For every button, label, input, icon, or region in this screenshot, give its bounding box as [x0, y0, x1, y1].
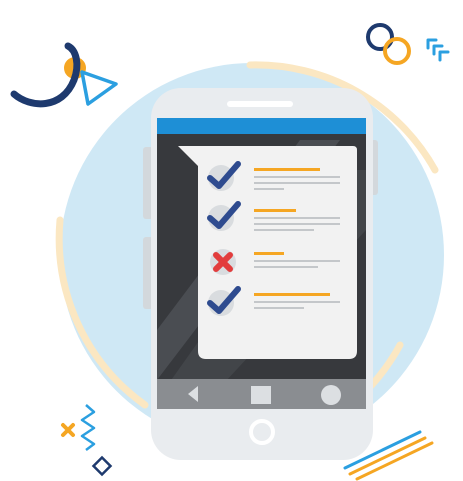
item-text-line	[254, 176, 340, 178]
phone-earpiece	[227, 101, 293, 107]
home-icon[interactable]	[251, 386, 271, 404]
item-title-line	[254, 209, 296, 212]
item-text-line	[254, 217, 340, 219]
ring-shape	[383, 37, 411, 65]
item-text-line	[254, 182, 340, 184]
recent-icon[interactable]	[321, 385, 341, 405]
checklist-phone-illustration	[10, 23, 450, 481]
chevrons-icon	[426, 38, 450, 62]
triangle-outline	[80, 70, 118, 106]
item-text-line	[254, 266, 318, 268]
cross-shape	[61, 423, 75, 437]
item-text-line	[254, 188, 284, 190]
item-title-line	[254, 168, 320, 171]
status-bar	[157, 118, 366, 134]
zigzag-line	[80, 404, 96, 451]
item-title-line	[254, 293, 330, 296]
item-text-line	[254, 223, 340, 225]
item-text-line	[254, 260, 340, 262]
item-text-line	[254, 301, 340, 303]
item-text-line	[254, 229, 314, 231]
item-text-line	[254, 307, 304, 309]
diamond-outline	[91, 455, 113, 477]
item-title-line	[254, 252, 284, 255]
